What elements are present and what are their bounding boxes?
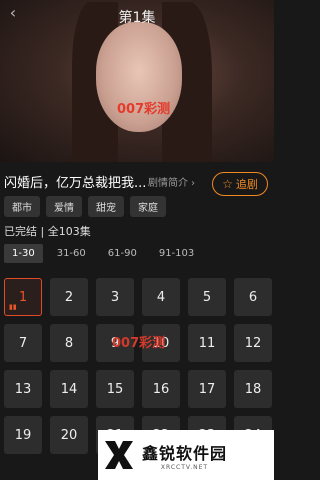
episode-number: 12	[244, 335, 262, 351]
episode-button[interactable]: 16	[142, 370, 180, 408]
episode-button[interactable]: 7	[4, 324, 42, 362]
episode-number: 6	[248, 289, 258, 305]
brand-logo	[102, 438, 136, 472]
tag[interactable]: 家庭	[130, 196, 166, 217]
range-tabs: 1-30 31-60 61-90 91-103	[4, 244, 202, 263]
episode-status: 已完结 | 全103集	[4, 225, 91, 238]
range-tab-61-90[interactable]: 61-90	[100, 244, 145, 263]
episode-title: 第1集	[118, 10, 156, 26]
overlay-watermark: 007彩测	[112, 336, 166, 351]
synopsis-label: 剧情简介	[148, 178, 188, 189]
episode-number: 7	[18, 335, 28, 351]
episode-number: 17	[198, 381, 216, 397]
video-player[interactable]: ‹ 第1集 007彩测	[0, 0, 274, 162]
episode-number: 2	[64, 289, 74, 305]
chevron-right-icon: ›	[191, 178, 195, 189]
tag-list: 都市 爱情 甜宠 家庭	[4, 196, 166, 217]
episode-number: 11	[198, 335, 216, 351]
episode-number: 1	[18, 289, 28, 305]
range-tab-91-103[interactable]: 91-103	[151, 244, 202, 263]
episode-button[interactable]: 4	[142, 278, 180, 316]
episode-number: 19	[14, 427, 32, 443]
brand-name: 鑫锐软件园	[142, 443, 228, 463]
brand-text: 鑫锐软件园 XRCCTV.NET	[142, 440, 227, 471]
episode-button[interactable]: 12	[234, 324, 272, 362]
episode-button[interactable]: 17	[188, 370, 226, 408]
range-tab-31-60[interactable]: 31-60	[49, 244, 94, 263]
video-watermark: 007彩测	[117, 102, 171, 117]
playing-icon: ▮▮	[9, 303, 17, 311]
episode-number: 16	[152, 381, 170, 397]
episode-button[interactable]: 3	[96, 278, 134, 316]
tag[interactable]: 都市	[4, 196, 40, 217]
episode-button[interactable]: 5	[188, 278, 226, 316]
follow-button[interactable]: ☆ 追剧	[212, 172, 268, 196]
episode-number: 15	[106, 381, 124, 397]
episode-button[interactable]: 14	[50, 370, 88, 408]
episode-button[interactable]: 8	[50, 324, 88, 362]
episode-button[interactable]: 2	[50, 278, 88, 316]
episode-number: 4	[156, 289, 166, 305]
episode-number: 8	[64, 335, 74, 351]
episode-number: 5	[202, 289, 212, 305]
episode-number: 3	[110, 289, 120, 305]
episode-button[interactable]: 18	[234, 370, 272, 408]
episode-button[interactable]: 6	[234, 278, 272, 316]
tag[interactable]: 爱情	[46, 196, 82, 217]
episode-button[interactable]: 11	[188, 324, 226, 362]
episode-grid: 1▮▮2345678910111213141516171819202122232…	[4, 278, 272, 454]
brand-url: XRCCTV.NET	[160, 463, 209, 471]
episode-button[interactable]: 19	[4, 416, 42, 454]
episode-button[interactable]: 15	[96, 370, 134, 408]
star-icon: ☆	[222, 177, 233, 191]
drama-title: 闪婚后，亿万总裁把我...	[4, 176, 147, 191]
episode-button[interactable]: 1 ▮▮	[4, 278, 42, 316]
range-tab-1-30[interactable]: 1-30	[4, 244, 43, 263]
episode-button[interactable]: 13	[4, 370, 42, 408]
follow-label: 追剧	[235, 178, 258, 191]
episode-number: 18	[244, 381, 262, 397]
brand-banner: 鑫锐软件园 XRCCTV.NET	[98, 430, 274, 480]
tag[interactable]: 甜宠	[88, 196, 124, 217]
episode-number: 14	[60, 381, 78, 397]
episode-number: 20	[60, 427, 78, 443]
episode-button[interactable]: 20	[50, 416, 88, 454]
episode-number: 13	[14, 381, 32, 397]
synopsis-link[interactable]: 剧情简介 ›	[148, 174, 195, 189]
